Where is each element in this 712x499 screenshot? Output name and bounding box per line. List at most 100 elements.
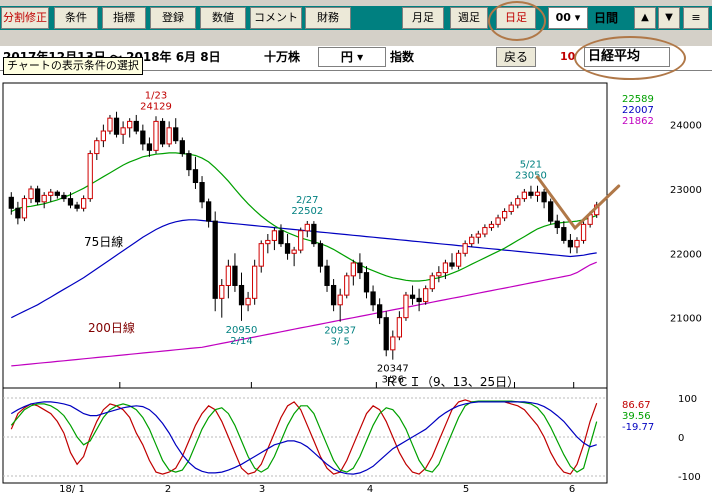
- chart-area: 21000 22000 23000 24000 100 0 -100 22589 22007 21…: [0, 82, 712, 496]
- ma-value-label: 22589: [622, 94, 654, 105]
- candle-body: [521, 191, 527, 200]
- rci-value-label: 39.56: [622, 411, 651, 422]
- candle-body: [28, 188, 34, 200]
- period-unit-label: 日間: [594, 11, 619, 25]
- candle-body: [495, 217, 501, 225]
- down-arrow-icon[interactable]: ▼: [658, 7, 680, 29]
- chart-window: 分割修正 条件 指標 登録 数値 コメント 財務 月足 週足 日足 00 ▾ 日…: [0, 0, 712, 496]
- candle-body: [534, 191, 541, 196]
- candle-body: [127, 120, 133, 129]
- candle-body: [541, 191, 547, 203]
- rci-line-3: [10, 401, 597, 475]
- ma-value-label: 21862: [622, 116, 654, 127]
- unit-select[interactable]: 十万株: [264, 46, 300, 68]
- price-tick-label: 21000: [670, 314, 702, 325]
- candle-body: [87, 153, 93, 200]
- type-label: 指数: [390, 50, 415, 64]
- candle-body: [81, 198, 87, 209]
- ma200-line: [11, 261, 597, 367]
- candle-body: [258, 243, 264, 267]
- candle-body: [173, 127, 179, 142]
- candle-body: [344, 275, 350, 296]
- candle-body: [436, 272, 442, 277]
- x-tick-label: 5: [463, 484, 469, 495]
- candle-body: [501, 210, 508, 219]
- candle-body: [291, 249, 297, 254]
- comment-button[interactable]: コメント: [250, 7, 302, 29]
- indicator-button[interactable]: 指標: [102, 7, 146, 29]
- x-tick-label: 4: [367, 484, 373, 495]
- candle-body: [179, 140, 185, 155]
- candle-body: [304, 223, 310, 232]
- currency-select-value: 円: [340, 50, 353, 64]
- hour-select[interactable]: 00 ▾: [548, 7, 588, 29]
- rci-title: ＲＣＩ（9、13、25日）: [385, 375, 519, 389]
- candle-body: [574, 239, 580, 248]
- candle-body: [377, 304, 383, 319]
- candle-body: [278, 230, 284, 245]
- candle-body: [48, 191, 54, 196]
- candle-body: [153, 120, 159, 151]
- candle-body: [67, 198, 74, 206]
- candle-body: [561, 227, 567, 241]
- up-arrow-icon[interactable]: ▲: [634, 7, 656, 29]
- candle-body: [383, 317, 389, 351]
- candle-body: [330, 284, 337, 306]
- candle-body: [74, 204, 80, 209]
- candle-body: [403, 294, 409, 319]
- finance-button[interactable]: 財務: [305, 7, 351, 29]
- candle-body: [357, 262, 363, 274]
- candle-body: [429, 275, 435, 290]
- candle-body: [140, 130, 146, 145]
- candle-body: [580, 223, 587, 241]
- split-adjust-button[interactable]: 分割修正: [1, 7, 49, 29]
- rci-value-label: 86.67: [622, 400, 651, 411]
- value-button[interactable]: 数値: [200, 7, 246, 29]
- candle-body: [370, 291, 376, 306]
- candle-body: [423, 288, 429, 303]
- candle-body: [166, 127, 172, 145]
- candle-body: [232, 265, 238, 286]
- candle-body: [8, 196, 14, 209]
- rci-tick-label: -100: [678, 472, 701, 483]
- candle-body: [252, 265, 258, 299]
- candle-body: [284, 243, 291, 254]
- grid: [2, 82, 608, 484]
- candle-body: [515, 198, 521, 206]
- back-button[interactable]: 戻る: [496, 47, 536, 67]
- x-tick-label: 18/ 1: [59, 484, 85, 495]
- candle-body: [442, 262, 449, 274]
- x-tick-label: 3: [259, 484, 265, 495]
- annotation-value: 20347: [377, 364, 409, 375]
- candle-body: [475, 233, 481, 238]
- annotation-value: 23050: [515, 171, 547, 182]
- candle-body: [61, 194, 67, 200]
- annotation-value: 20950: [226, 325, 258, 336]
- candle-body: [41, 194, 47, 203]
- annotation-date: 3/26: [382, 375, 404, 386]
- candle-body: [416, 297, 422, 303]
- candle-body: [317, 243, 324, 267]
- monthly-button[interactable]: 月足: [402, 7, 444, 29]
- register-button[interactable]: 登録: [150, 7, 196, 29]
- candle-body: [54, 191, 60, 196]
- condition-button[interactable]: 条件: [54, 7, 98, 29]
- index-highlight-circle: [574, 36, 686, 80]
- menu-icon[interactable]: ≡: [683, 7, 709, 29]
- ma-value-label: 22007: [622, 105, 654, 116]
- candle-body: [337, 294, 343, 306]
- x-tick-label: 6: [569, 484, 575, 495]
- candle-body: [146, 143, 153, 151]
- currency-select[interactable]: 円 ▾: [318, 47, 386, 67]
- weekly-button[interactable]: 週足: [450, 7, 488, 29]
- candle-body: [324, 265, 330, 286]
- annotation-date: 3/ 5: [331, 337, 350, 348]
- candle-body: [212, 220, 218, 299]
- candle-body: [15, 207, 21, 219]
- annotation-value: 22502: [291, 206, 323, 217]
- candle-body: [265, 239, 271, 245]
- tooltip: チャートの表示条件の選択: [3, 57, 143, 75]
- candle-body: [455, 252, 462, 267]
- candle-body: [192, 169, 199, 184]
- candle-body: [488, 223, 495, 229]
